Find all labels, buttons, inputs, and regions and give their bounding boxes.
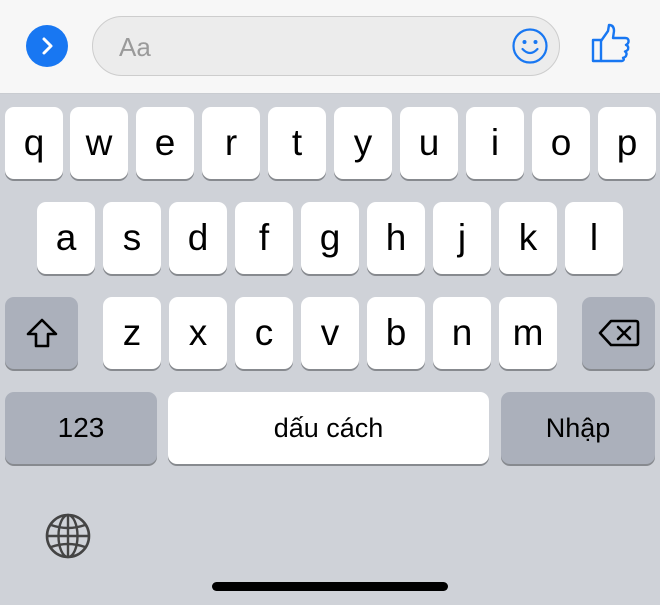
- key-q[interactable]: q: [5, 107, 63, 179]
- key-p[interactable]: p: [598, 107, 656, 179]
- smiley-icon[interactable]: [511, 27, 549, 65]
- backspace-icon: [598, 319, 639, 347]
- key-z[interactable]: z: [103, 297, 161, 369]
- key-a[interactable]: a: [37, 202, 95, 274]
- numbers-key[interactable]: 123: [5, 392, 157, 464]
- key-c[interactable]: c: [235, 297, 293, 369]
- backspace-key[interactable]: [582, 297, 655, 369]
- key-y[interactable]: y: [334, 107, 392, 179]
- key-k[interactable]: k: [499, 202, 557, 274]
- key-m[interactable]: m: [499, 297, 557, 369]
- home-indicator: [212, 582, 448, 591]
- key-g[interactable]: g: [301, 202, 359, 274]
- key-v[interactable]: v: [301, 297, 359, 369]
- key-n[interactable]: n: [433, 297, 491, 369]
- enter-key[interactable]: Nhập: [501, 392, 655, 464]
- key-b[interactable]: b: [367, 297, 425, 369]
- message-input-wrapper: [92, 16, 560, 77]
- key-s[interactable]: s: [103, 202, 161, 274]
- expand-button[interactable]: [26, 25, 68, 67]
- key-j[interactable]: j: [433, 202, 491, 274]
- key-h[interactable]: h: [367, 202, 425, 274]
- key-i[interactable]: i: [466, 107, 524, 179]
- key-x[interactable]: x: [169, 297, 227, 369]
- key-u[interactable]: u: [400, 107, 458, 179]
- thumbs-up-icon[interactable]: [590, 22, 632, 64]
- key-t[interactable]: t: [268, 107, 326, 179]
- shift-key[interactable]: [5, 297, 78, 369]
- key-r[interactable]: r: [202, 107, 260, 179]
- shift-icon: [26, 318, 57, 348]
- key-e[interactable]: e: [136, 107, 194, 179]
- chevron-right-icon: [42, 37, 53, 55]
- key-o[interactable]: o: [532, 107, 590, 179]
- composer-bar: [0, 0, 660, 94]
- globe-icon[interactable]: [44, 512, 92, 560]
- key-w[interactable]: w: [70, 107, 128, 179]
- key-l[interactable]: l: [565, 202, 623, 274]
- message-input[interactable]: [117, 17, 501, 77]
- keyboard: q w e r t y u i o p a s d f g h j k l z …: [0, 94, 660, 605]
- key-d[interactable]: d: [169, 202, 227, 274]
- key-f[interactable]: f: [235, 202, 293, 274]
- space-key[interactable]: dấu cách: [168, 392, 489, 464]
